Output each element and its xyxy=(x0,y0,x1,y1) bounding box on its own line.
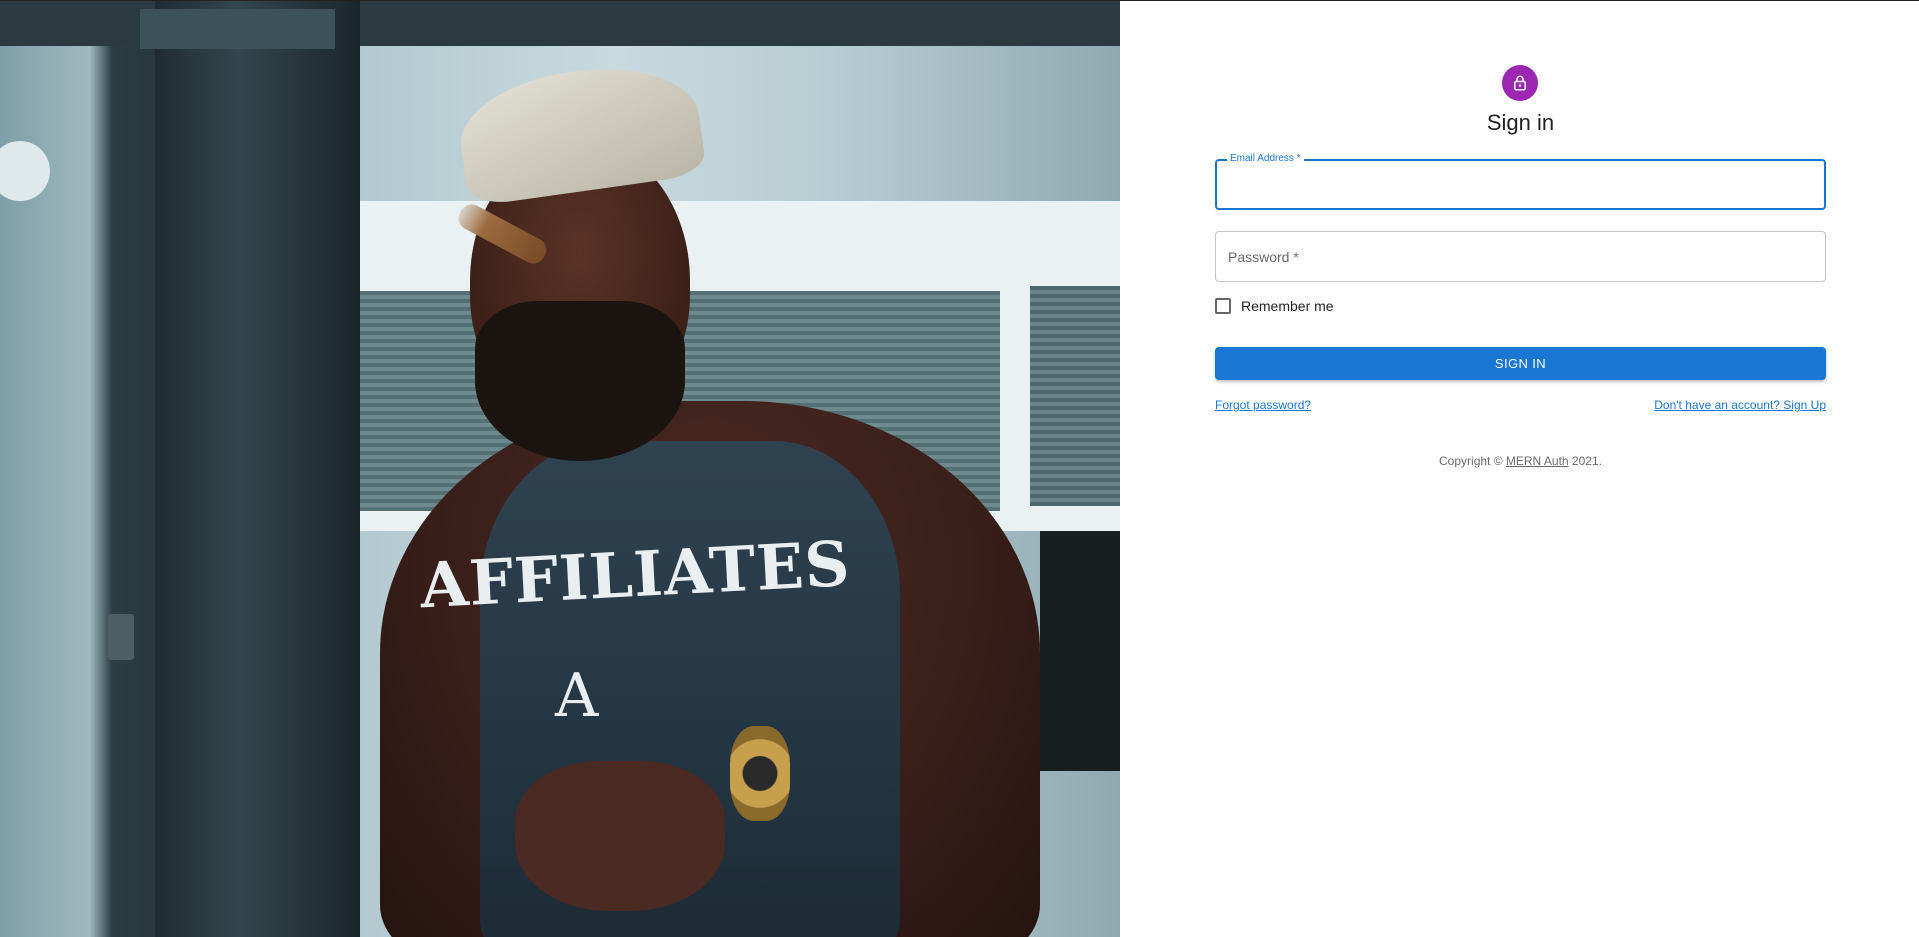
photo-cap xyxy=(452,54,708,208)
photo-window-blinds-right xyxy=(1030,286,1120,506)
photo-wall-plate xyxy=(108,614,134,660)
photo-smoke-detector xyxy=(0,141,50,201)
photo-person-beard xyxy=(475,301,685,461)
sign-in-page: AFFILIATES A Sign in Email Address * Rem… xyxy=(0,0,1919,937)
email-field[interactable]: Email Address * xyxy=(1215,153,1826,210)
page-title: Sign in xyxy=(1486,110,1555,135)
photo-pillar-cap xyxy=(140,9,335,49)
hero-photo: AFFILIATES A xyxy=(0,1,1120,937)
photo-watch xyxy=(730,726,790,821)
auth-links: Forgot password? Don't have an account? … xyxy=(1215,398,1826,412)
remember-me-label: Remember me xyxy=(1241,298,1334,314)
photo-shirt-logo: A xyxy=(555,661,599,731)
forgot-password-link[interactable]: Forgot password? xyxy=(1215,398,1311,412)
sign-up-link[interactable]: Don't have an account? Sign Up xyxy=(1654,398,1826,412)
photo-person: AFFILIATES A xyxy=(320,54,1040,937)
password-field[interactable] xyxy=(1215,231,1826,282)
lock-icon xyxy=(1514,75,1526,91)
photo-hand xyxy=(515,761,725,911)
lock-avatar xyxy=(1502,65,1538,101)
sign-in-panel: Sign in Email Address * Remember me SIGN… xyxy=(1120,1,1919,937)
photo-dark-window xyxy=(1040,531,1120,771)
copyright-suffix: 2021. xyxy=(1568,454,1602,468)
remember-me-control[interactable]: Remember me xyxy=(1215,298,1334,314)
copyright-link[interactable]: MERN Auth xyxy=(1506,454,1569,468)
copyright: Copyright © MERN Auth 2021. xyxy=(1215,454,1826,468)
remember-me-checkbox[interactable] xyxy=(1215,298,1231,314)
password-input[interactable] xyxy=(1216,232,1825,281)
copyright-prefix: Copyright © xyxy=(1439,454,1506,468)
email-input[interactable] xyxy=(1217,161,1824,208)
sign-in-button[interactable]: SIGN IN xyxy=(1215,347,1826,380)
